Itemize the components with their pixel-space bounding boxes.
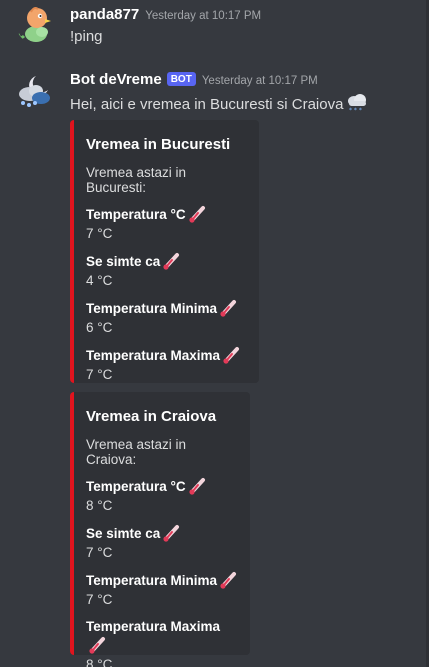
field-name: Temperatura Maxima — [86, 346, 247, 365]
thermometer-icon — [220, 572, 237, 589]
message-content: Hei, aici e vremea in Bucuresti si Craio… — [70, 93, 368, 113]
embed-description: Vremea astazi in Bucuresti: — [86, 165, 187, 195]
message-content: !ping — [70, 28, 103, 45]
thermometer-icon — [189, 478, 205, 495]
embed-title: Vremea in Bucuresti — [86, 136, 231, 153]
message-header: panda877 Yesterday at 10:17 PM — [70, 6, 261, 24]
embed-field: Se simte ca 4 °C — [86, 252, 247, 291]
user-avatar[interactable] — [16, 4, 56, 44]
field-name-text: Temperatura Minima — [86, 573, 218, 588]
cloud-snow-icon: * * * — [348, 94, 367, 113]
field-name: Se simte ca — [86, 524, 238, 543]
field-name-text: Temperatura °C — [86, 479, 186, 494]
field-value: 7 °C — [86, 226, 113, 241]
message-header: Bot deVreme BOT Yesterday at 10:17 PM — [70, 71, 318, 89]
thermometer-icon — [163, 525, 180, 542]
embed-field: Temperatura Minima 6 °C — [86, 299, 247, 338]
field-value: 8 °C — [86, 498, 113, 513]
thermometer-icon — [89, 637, 105, 654]
weather-embed: Vremea in Bucuresti Vremea astazi in Buc… — [70, 120, 259, 383]
embed-field: Temperatura °C 7 °C — [86, 205, 247, 244]
embed-field: Temperatura Maxima 8 °C — [86, 618, 238, 667]
field-value: 7 °C — [86, 367, 113, 382]
weather-bot-avatar-icon — [19, 76, 50, 107]
username[interactable]: panda877 — [70, 6, 139, 23]
chat-area: panda877 Yesterday at 10:17 PM !ping Bot … — [0, 0, 429, 667]
timestamp: Yesterday at 10:17 PM — [201, 75, 318, 87]
field-name: Temperatura °C — [86, 205, 247, 224]
embed-field: Temperatura °C 8 °C — [86, 477, 238, 516]
message-text: Hei, aici e vremea in Bucuresti si Craio… — [70, 96, 344, 113]
thermometer-icon — [189, 206, 205, 223]
thermometer-icon — [220, 300, 237, 317]
bot-avatar[interactable] — [14, 72, 54, 112]
parrot-avatar-icon — [16, 7, 51, 42]
field-value: 7 °C — [86, 592, 113, 607]
embed-field: Temperatura Minima 7 °C — [86, 571, 238, 610]
embed-field: Temperatura Maxima 7 °C — [86, 346, 247, 385]
field-name-text: Temperatura Maxima — [86, 348, 221, 363]
username[interactable]: Bot deVreme — [70, 71, 162, 88]
field-value: 8 °C — [86, 657, 113, 667]
thermometer-icon — [163, 253, 180, 270]
field-name: Temperatura Minima — [86, 571, 238, 590]
thermometer-icon — [223, 347, 240, 364]
field-value: 7 °C — [86, 545, 113, 560]
embed-description: Vremea astazi in Craiova: — [86, 437, 187, 467]
field-name-text: Se simte ca — [86, 254, 161, 269]
bot-tag: BOT — [166, 72, 196, 86]
field-name: Temperatura Maxima — [86, 618, 238, 655]
field-name: Se simte ca — [86, 252, 247, 271]
field-name: Temperatura Minima — [86, 299, 247, 318]
weather-embed: Vremea in Craiova Vremea astazi in Craio… — [70, 392, 250, 667]
embed-title: Vremea in Craiova — [86, 408, 217, 425]
field-value: 4 °C — [86, 273, 113, 288]
timestamp: Yesterday at 10:17 PM — [145, 10, 262, 22]
field-name-text: Se simte ca — [86, 526, 161, 541]
field-name-text: Temperatura Maxima — [86, 619, 221, 634]
embed-field: Se simte ca 7 °C — [86, 524, 238, 563]
field-name: Temperatura °C — [86, 477, 238, 496]
field-name-text: Temperatura Minima — [86, 301, 218, 316]
field-value: 6 °C — [86, 320, 113, 335]
field-name-text: Temperatura °C — [86, 207, 186, 222]
svg-text:* * *: * * * — [349, 107, 362, 113]
